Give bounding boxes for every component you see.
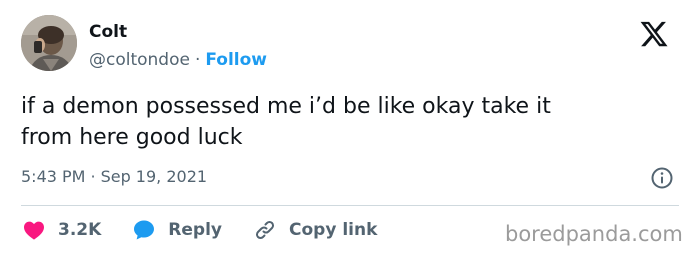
user-handle[interactable]: @coltondoe <box>89 50 190 70</box>
watermark: boredpanda.com <box>505 222 683 246</box>
avatar-photo <box>21 15 77 71</box>
display-name[interactable]: Colt <box>89 22 127 42</box>
copy-link-button[interactable]: Copy link <box>252 218 377 242</box>
tweet-time: 5:43 PM <box>21 167 86 186</box>
tweet-text-line-2: from here good luck <box>21 125 243 150</box>
follow-button[interactable]: Follow <box>205 50 267 70</box>
link-icon <box>255 220 275 240</box>
action-bar: 3.2K Reply Copy link <box>21 217 407 243</box>
reply-label: Reply <box>168 220 222 240</box>
handle-row: @coltondoe · Follow <box>89 49 267 71</box>
x-logo-icon[interactable] <box>639 19 669 49</box>
tweet-text-line-1: if a demon possessed me i’d be like okay… <box>21 94 551 119</box>
tweet-text: if a demon possessed me i’d be like okay… <box>21 91 681 153</box>
reply-button[interactable]: Reply <box>131 218 222 242</box>
speech-bubble-icon <box>134 220 155 240</box>
like-button[interactable]: 3.2K <box>21 218 101 242</box>
separator-dot: · <box>194 50 201 70</box>
divider <box>21 205 679 206</box>
copy-link-label: Copy link <box>289 220 378 240</box>
heart-icon <box>24 221 44 240</box>
like-count: 3.2K <box>58 220 102 240</box>
tweet-card: Colt @coltondoe · Follow if a demon posses… <box>0 0 700 256</box>
info-icon[interactable] <box>650 166 674 190</box>
separator-dot: · <box>90 167 96 186</box>
tweet-date: Sep 19, 2021 <box>100 167 208 186</box>
tweet-timestamp[interactable]: 5:43 PM · Sep 19, 2021 <box>21 166 207 188</box>
avatar[interactable] <box>21 15 77 71</box>
